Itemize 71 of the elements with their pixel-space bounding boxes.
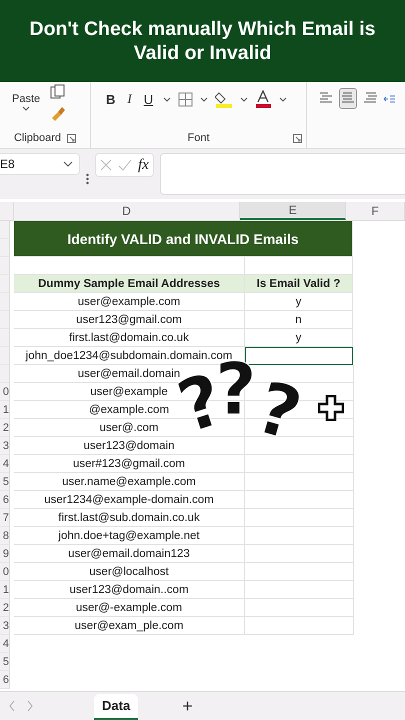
email-cell: user@example.com bbox=[14, 293, 245, 311]
row-number[interactable]: 1 bbox=[0, 581, 10, 599]
column-header[interactable]: E bbox=[240, 202, 346, 220]
font-color-icon[interactable] bbox=[255, 90, 272, 108]
email-cell: first.last@sub.domain.co.uk bbox=[14, 509, 245, 527]
row-number[interactable]: 8 bbox=[0, 527, 10, 545]
dialog-launcher-icon[interactable] bbox=[67, 134, 76, 142]
column-heading: Is Email Valid ? bbox=[245, 275, 353, 293]
table-cell[interactable]: n bbox=[245, 311, 353, 329]
paste-button[interactable]: Paste bbox=[8, 93, 44, 112]
row-number[interactable]: 6 bbox=[0, 491, 10, 509]
align-icon bbox=[319, 90, 333, 104]
row-number[interactable]: 9 bbox=[0, 545, 10, 563]
email-cell: user@exam_ple.com bbox=[14, 617, 245, 635]
email-cell: user123@gmail.com bbox=[14, 311, 245, 329]
row-number[interactable]: 1 bbox=[0, 401, 10, 419]
insert-function-button[interactable]: fx bbox=[138, 156, 149, 174]
row-number[interactable]: 7 bbox=[0, 509, 10, 527]
table-cell[interactable]: y bbox=[245, 329, 353, 347]
email-cell: user123@domain..com bbox=[14, 581, 245, 599]
previous-sheet-icon[interactable] bbox=[8, 700, 16, 712]
column-heading: Dummy Sample Email Addresses bbox=[14, 275, 245, 293]
caret-icon bbox=[63, 161, 73, 167]
align-button[interactable] bbox=[339, 88, 357, 109]
row-number[interactable]: 0 bbox=[0, 563, 10, 581]
font-style-button[interactable]: B bbox=[103, 92, 118, 106]
group-label: Clipboard bbox=[14, 132, 62, 144]
more-icon[interactable] bbox=[86, 172, 89, 184]
next-sheet-icon[interactable] bbox=[26, 700, 34, 712]
email-cell: user@email.domain123 bbox=[14, 545, 245, 563]
email-cell: user.name@example.com bbox=[14, 473, 245, 491]
sheet-tab[interactable]: Data bbox=[94, 694, 138, 720]
row-number[interactable]: 5 bbox=[0, 473, 10, 491]
formula-input[interactable] bbox=[160, 153, 405, 195]
group-label: Font bbox=[187, 132, 210, 144]
table-title: Identify VALID and INVALID Emails bbox=[14, 221, 353, 257]
email-cell: user@-example.com bbox=[14, 599, 245, 617]
cancel-icon[interactable] bbox=[100, 159, 112, 171]
column-header[interactable]: F bbox=[346, 202, 405, 220]
font-style-button[interactable]: I bbox=[124, 91, 135, 107]
caret-icon bbox=[21, 105, 32, 112]
row-number[interactable]: 3 bbox=[0, 617, 10, 635]
indent-icon[interactable] bbox=[383, 94, 395, 104]
row-number[interactable]: 3 bbox=[0, 437, 10, 455]
dialog-launcher-icon[interactable] bbox=[293, 134, 302, 142]
row-number[interactable]: 4 bbox=[0, 635, 10, 653]
align-icon bbox=[341, 90, 355, 104]
email-cell: user123@domain bbox=[14, 437, 245, 455]
video-title: Don't Check manually Which Email is Valid or Invalid bbox=[28, 17, 376, 65]
copy-icon[interactable] bbox=[50, 84, 66, 99]
email-cell: user@localhost bbox=[14, 563, 245, 581]
email-cell: first.last@domain.co.uk bbox=[14, 329, 245, 347]
align-icon bbox=[363, 90, 377, 104]
font-style-button[interactable]: U bbox=[140, 92, 156, 106]
email-cell: user1234@example-domain.com bbox=[14, 491, 245, 509]
row-number[interactable]: 2 bbox=[0, 599, 10, 617]
row-number[interactable]: 4 bbox=[0, 455, 10, 473]
plus-cursor-icon bbox=[318, 395, 344, 421]
row-number[interactable]: 2 bbox=[0, 419, 10, 437]
email-cell: john.doe+tag@example.net bbox=[14, 527, 245, 545]
format-painter-icon[interactable] bbox=[50, 105, 66, 121]
borders-icon[interactable] bbox=[178, 92, 194, 106]
row-number[interactable]: 6 bbox=[0, 671, 10, 689]
row-number[interactable]: 5 bbox=[0, 653, 10, 671]
name-box[interactable]: E8 bbox=[0, 153, 80, 175]
table-cell[interactable]: y bbox=[245, 293, 353, 311]
row-number[interactable]: 0 bbox=[0, 383, 10, 401]
email-cell: user#123@gmail.com bbox=[14, 455, 245, 473]
check-icon[interactable] bbox=[118, 159, 132, 171]
fill-color-icon[interactable] bbox=[215, 90, 234, 108]
add-sheet-button[interactable]: + bbox=[178, 696, 197, 716]
